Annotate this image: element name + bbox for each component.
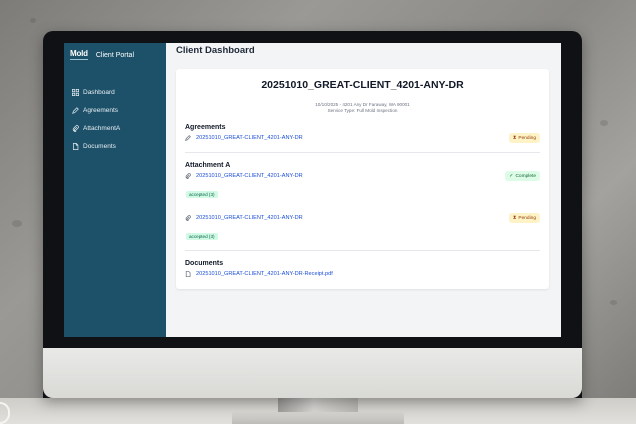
status-text: Complete <box>515 173 536 179</box>
wall-texture <box>600 120 608 126</box>
logo: Mold <box>70 49 88 60</box>
attachment-row: 20251010_GREAT-CLIENT_4201-ANY-DR ⧗ Pend… <box>185 211 540 225</box>
paperclip-icon <box>185 172 193 180</box>
sidebar-item-attachmenta[interactable]: AttachmentA <box>64 119 166 137</box>
wall-texture <box>30 18 36 23</box>
wall-texture <box>12 220 22 227</box>
status-text: Pending <box>518 135 536 141</box>
pen-icon <box>70 105 80 115</box>
app-window: Mold Client Portal Dashboard Agreements <box>64 43 561 337</box>
divider <box>185 152 540 153</box>
attachment-name: 20251010_GREAT-CLIENT_4201-ANY-DR <box>196 215 303 221</box>
attachment-row: 20251010_GREAT-CLIENT_4201-ANY-DR ✓ Comp… <box>185 169 540 183</box>
sidebar-item-label: Documents <box>83 142 116 150</box>
sidebar-item-documents[interactable]: Documents <box>64 137 166 155</box>
job-service-type: Service Type: Full Mold Inspection <box>327 108 398 113</box>
agreement-link[interactable]: 20251010_GREAT-CLIENT_4201-ANY-DR <box>185 134 303 142</box>
section-title-attachment-a: Attachment A <box>185 162 231 169</box>
wall-texture <box>610 300 617 305</box>
document-link[interactable]: 20251010_GREAT-CLIENT_4201-ANY-DR-Receip… <box>185 270 333 278</box>
job-card: 20251010_GREAT-CLIENT_4201-ANY-DR 10/10/… <box>176 69 549 289</box>
monitor-chin <box>43 348 582 398</box>
hourglass-icon: ⧗ <box>512 135 517 141</box>
document-icon <box>70 141 80 151</box>
paperclip-icon <box>185 214 193 222</box>
accepted-badge: accepted (3) <box>186 191 218 198</box>
section-title-documents: Documents <box>185 260 224 267</box>
status-text: Pending <box>518 215 536 221</box>
grid-icon <box>70 87 80 97</box>
app-title: Client Portal <box>95 51 135 59</box>
attachment-link[interactable]: 20251010_GREAT-CLIENT_4201-ANY-DR <box>185 172 303 180</box>
sidebar-item-label: Agreements <box>83 106 119 114</box>
sidebar-item-label: AttachmentA <box>83 124 121 132</box>
brand[interactable]: Mold Client Portal <box>64 43 166 63</box>
pen-icon <box>185 134 193 142</box>
attachment-sub-row: accepted (3) <box>185 183 540 201</box>
sidebar-nav: Dashboard Agreements AttachmentA Documen… <box>64 83 166 155</box>
section-title-agreements: Agreements <box>185 124 226 131</box>
agreement-row: 20251010_GREAT-CLIENT_4201-ANY-DR ⧗ Pend… <box>185 131 540 145</box>
check-icon: ✓ <box>509 173 514 179</box>
document-row: 20251010_GREAT-CLIENT_4201-ANY-DR-Receip… <box>185 267 540 281</box>
job-title: 20251010_GREAT-CLIENT_4201-ANY-DR <box>261 79 464 91</box>
agreement-name: 20251010_GREAT-CLIENT_4201-ANY-DR <box>196 135 303 141</box>
hourglass-icon: ⧗ <box>512 215 517 221</box>
attachment-sub-row: accepted (3) <box>185 225 540 243</box>
sidebar: Mold Client Portal Dashboard Agreements <box>64 43 166 337</box>
attachment-link[interactable]: 20251010_GREAT-CLIENT_4201-ANY-DR <box>185 214 303 222</box>
page-title: Client Dashboard <box>176 45 255 56</box>
document-icon <box>185 270 193 278</box>
document-name: 20251010_GREAT-CLIENT_4201-ANY-DR-Receip… <box>196 271 333 277</box>
monitor-stand-base <box>232 412 404 424</box>
sidebar-item-label: Dashboard <box>83 88 115 96</box>
main-content: Client Dashboard 20251010_GREAT-CLIENT_4… <box>166 43 561 337</box>
paperclip-icon <box>70 123 80 133</box>
status-badge: ⧗ Pending <box>508 213 540 223</box>
status-badge: ⧗ Pending <box>508 133 540 143</box>
attachment-name: 20251010_GREAT-CLIENT_4201-ANY-DR <box>196 173 303 179</box>
divider <box>185 250 540 251</box>
status-badge: ✓ Complete <box>505 171 540 181</box>
sidebar-item-agreements[interactable]: Agreements <box>64 101 166 119</box>
accepted-badge: accepted (3) <box>186 233 218 240</box>
sidebar-item-dashboard[interactable]: Dashboard <box>64 83 166 101</box>
